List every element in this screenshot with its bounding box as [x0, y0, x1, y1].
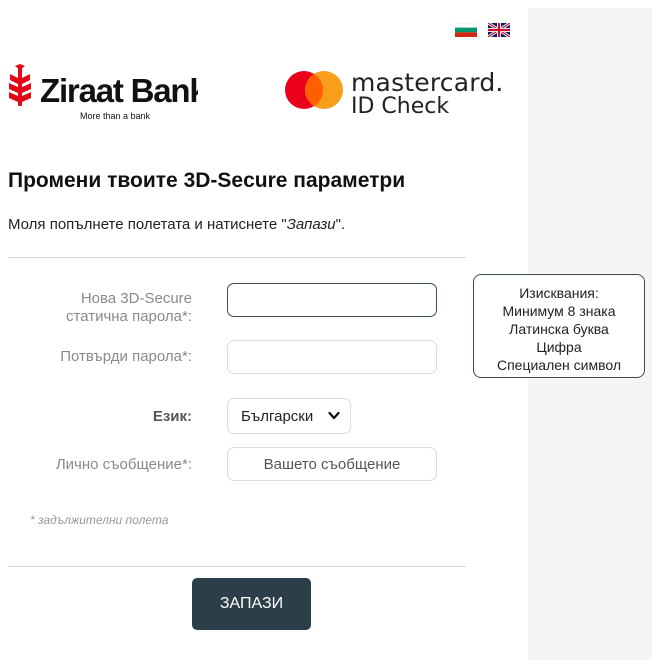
instructions-text: Моля попълнете полетата и натиснете "Зап…: [8, 216, 345, 233]
language-flags: [455, 23, 510, 37]
confirm-password-input[interactable]: [227, 340, 437, 374]
requirements-title: Изисквания:: [519, 285, 599, 301]
uk-flag-icon[interactable]: [488, 23, 510, 37]
instructions-emphasis: Запази: [286, 216, 336, 233]
requirement-item: Цифра: [536, 339, 582, 355]
required-fields-note: * задължителни полета: [30, 513, 169, 527]
new-password-label-line1: Нова 3D-Secure: [80, 290, 192, 307]
requirement-item: Минимум 8 знака: [502, 303, 616, 319]
ziraat-bank-logo: Ziraat Bank More than a bank: [9, 64, 198, 121]
bottom-divider: [8, 566, 466, 567]
confirm-password-label: Потвърди парола*:: [60, 348, 192, 365]
id-check-wordmark: ID Check: [351, 94, 450, 119]
requirement-item: Специален символ: [496, 357, 622, 373]
wheat-emblem-icon: [9, 64, 31, 106]
language-select[interactable]: Български: [227, 398, 351, 434]
new-password-label: Нова 3D-Secure статична парола*:: [66, 290, 192, 326]
chevron-down-icon: [328, 411, 340, 420]
bulgarian-flag-icon[interactable]: [455, 23, 477, 37]
mastercard-wordmark: mastercard.: [351, 68, 504, 97]
top-divider: [8, 257, 466, 258]
new-password-input[interactable]: [227, 283, 437, 317]
new-password-label-line2: статична парола*:: [66, 308, 192, 325]
save-button[interactable]: ЗАПАЗИ: [192, 578, 311, 630]
instructions-prefix: Моля попълнете полетата и натиснете ": [8, 216, 287, 233]
instructions-suffix: ".: [335, 216, 346, 233]
bank-name: Ziraat Bank: [40, 72, 198, 109]
mastercard-id-check-logo: mastercard. ID Check: [284, 66, 503, 119]
page-title: Промени твоите 3D-Secure параметри: [8, 169, 406, 192]
requirement-item: Латинска буква: [509, 321, 609, 337]
password-requirements-tooltip: Изисквания: Минимум 8 знака Латинска бук…: [473, 274, 645, 378]
personal-message-label: Лично съобщение*:: [55, 456, 192, 473]
language-label: Език:: [152, 408, 192, 425]
language-selected-value: Български: [241, 407, 314, 425]
personal-message-input[interactable]: [227, 447, 437, 481]
mastercard-circles-icon: [285, 71, 343, 109]
bank-tagline: More than a bank: [80, 111, 151, 121]
